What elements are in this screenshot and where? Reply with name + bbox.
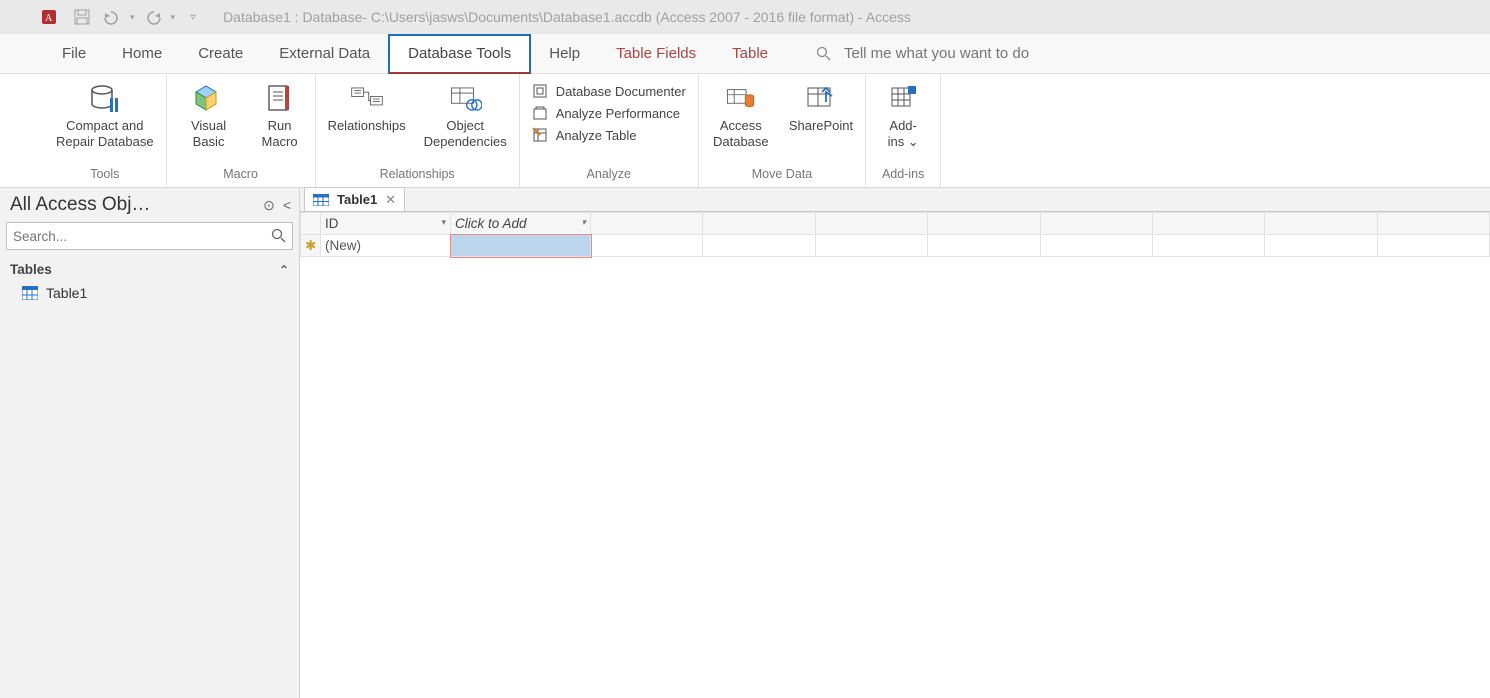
document-area: Table1 ✕ ID ▾ [300,188,1490,698]
cell-new-field[interactable] [451,235,591,257]
run-macro-icon [263,82,297,116]
nav-header[interactable]: All Access Obj… ⊙ < [0,188,299,222]
sharepoint-button[interactable]: SharePoint [789,78,853,134]
tab-help[interactable]: Help [531,34,598,74]
access-database-button[interactable]: Access Database [711,78,771,151]
quick-access-toolbar: ▾ ▾ ▿ [70,5,205,29]
empty-cell[interactable] [591,235,703,257]
nav-search-input[interactable] [6,222,293,250]
save-icon[interactable] [70,5,94,29]
analyze-table-button[interactable]: Analyze Table [532,126,686,144]
group-macro: Visual Basic Run Macro Macro [167,74,316,187]
nav-item-table1[interactable]: Table1 [0,281,299,305]
sharepoint-icon [804,82,838,116]
nav-menu-icon[interactable]: ⊙ [263,197,275,214]
group-label-addins: Add-ins [882,165,924,185]
empty-cell[interactable] [815,235,927,257]
navigation-pane: All Access Obj… ⊙ < Tables ⌃ [0,188,300,698]
search-icon[interactable] [271,228,287,244]
search-icon [816,46,832,62]
column-header-click-to-add[interactable]: Click to Add ▾ [451,213,591,235]
column-header-empty[interactable] [1040,213,1152,235]
new-record-indicator[interactable]: ✱ [301,235,321,257]
tab-home[interactable]: Home [104,34,180,74]
close-tab-icon[interactable]: ✕ [385,192,396,208]
window-title: Database1 : Database- C:\Users\jasws\Doc… [223,9,911,25]
empty-cell[interactable] [703,235,815,257]
visual-basic-button[interactable]: Visual Basic [179,78,239,151]
dropdown-icon[interactable]: ▾ [441,217,446,228]
empty-cell[interactable] [1152,235,1264,257]
analyze-table-icon [532,126,550,144]
group-move-data: Access Database SharePoint Move Data [699,74,866,187]
svg-text:A: A [45,13,53,24]
ribbon-tabs: File Home Create External Data Database … [0,34,1490,74]
column-header-empty[interactable] [703,213,815,235]
addins-button[interactable]: Add- ins ⌄ [878,78,928,151]
group-label-analyze: Analyze [587,165,631,185]
nav-category-tables[interactable]: Tables ⌃ [0,256,299,281]
group-tools: Compact and Repair Database Tools [44,74,167,187]
compact-repair-button[interactable]: Compact and Repair Database [56,78,154,151]
documenter-icon [532,82,550,100]
column-header-empty[interactable] [591,213,703,235]
select-all-cell[interactable] [301,213,321,235]
nav-search[interactable] [6,222,293,252]
object-dependencies-button[interactable]: Object Dependencies [424,78,507,151]
dropdown-icon[interactable]: ▾ [581,217,586,228]
column-header-empty[interactable] [1265,213,1377,235]
document-tabs: Table1 ✕ [300,188,1490,212]
tab-create[interactable]: Create [180,34,261,74]
tab-database-tools[interactable]: Database Tools [388,34,531,74]
tab-file[interactable]: File [44,34,104,74]
tab-table[interactable]: Table [714,34,786,74]
group-relationships: Relationships Object Dependencies Relati… [316,74,520,187]
relationships-button[interactable]: Relationships [328,78,406,134]
relationships-icon [350,82,384,116]
qat-customize-icon[interactable]: ▿ [181,5,205,29]
column-header-id[interactable]: ID ▾ [321,213,451,235]
database-icon [88,82,122,116]
nav-title: All Access Obj… [10,194,150,216]
group-label-macro: Macro [223,165,258,185]
chevron-up-icon: ⌃ [279,263,289,277]
column-header-empty[interactable] [1377,213,1489,235]
access-db-icon [724,82,758,116]
group-addins: Add- ins ⌄ Add-ins [866,74,941,187]
redo-icon[interactable] [141,5,165,29]
object-dependencies-icon [448,82,482,116]
ribbon: Compact and Repair Database Tools Visual… [0,74,1490,188]
addins-icon [886,82,920,116]
table-icon [313,194,329,206]
datasheet[interactable]: ID ▾ Click to Add ▾ [300,212,1490,698]
column-header-empty[interactable] [1152,213,1264,235]
column-header-empty[interactable] [928,213,1040,235]
empty-cell[interactable] [1265,235,1377,257]
table-icon [22,286,38,300]
performance-icon [532,104,550,122]
tell-me-search[interactable] [816,44,1102,63]
database-documenter-button[interactable]: Database Documenter [532,82,686,100]
group-label-relationships: Relationships [380,165,455,185]
empty-cell[interactable] [1377,235,1489,257]
title-bar: A ▾ ▾ ▿ Database1 : Database- C:\Users\j… [0,0,1490,34]
cell-id-new[interactable]: (New) [321,235,451,257]
doc-tab-table1[interactable]: Table1 ✕ [304,187,405,211]
tell-me-input[interactable] [842,44,1102,63]
column-header-empty[interactable] [815,213,927,235]
empty-cell[interactable] [928,235,1040,257]
nav-collapse-icon[interactable]: < [283,197,291,213]
access-app-icon: A [42,8,60,26]
group-label-tools: Tools [90,165,119,185]
visual-basic-icon [192,82,226,116]
undo-icon[interactable] [100,5,124,29]
empty-cell[interactable] [1040,235,1152,257]
run-macro-button[interactable]: Run Macro [257,78,303,151]
group-label-move-data: Move Data [752,165,812,185]
tab-table-fields[interactable]: Table Fields [598,34,714,74]
analyze-performance-button[interactable]: Analyze Performance [532,104,686,122]
group-analyze: Database Documenter Analyze Performance … [520,74,699,187]
tab-external-data[interactable]: External Data [261,34,388,74]
